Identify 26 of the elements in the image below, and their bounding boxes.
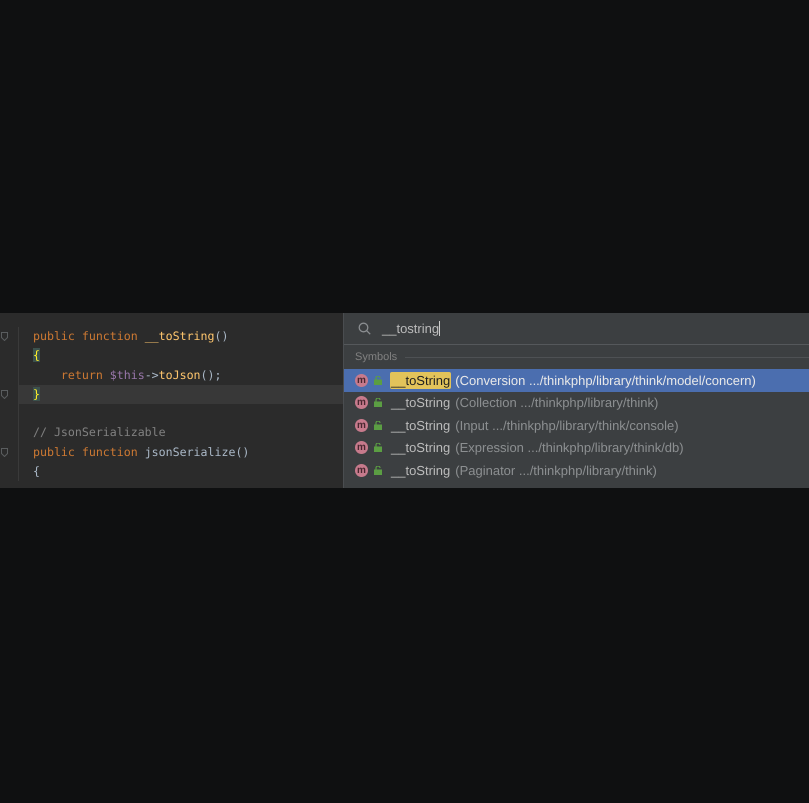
code-line: public function jsonSerialize() [32,444,250,461]
result-item[interactable]: m __toString (Collection .../thinkphp/library/think) [344,392,809,414]
method-icon: m [355,441,368,454]
fold-icon[interactable] [1,332,8,342]
section-header: Symbols [355,351,398,363]
lock-icon [374,376,382,385]
result-item[interactable]: m __toString (Conversion .../thinkphp/library/think/model/concern) [344,369,809,392]
lock-icon [374,398,382,408]
result-item[interactable]: m __toString (Expression .../thinkphp/library/think/db) [344,436,809,459]
result-item[interactable]: m __toString (Paginator .../thinkphp/library/think) [344,459,809,482]
fold-icon[interactable] [1,390,8,400]
lock-icon [374,443,382,452]
result-item[interactable]: m __toString (Input .../thinkphp/library/think/console) [344,414,809,436]
method-icon: m [355,396,368,410]
lock-icon [374,420,382,430]
code-line: { [32,463,41,480]
method-icon: m [355,374,368,387]
code-line: // JsonSerializable [32,424,167,442]
code-line: return $this->toJson(); [60,366,222,384]
search-field[interactable]: __tostring [344,313,809,345]
method-icon: m [355,464,368,477]
lock-icon [374,466,382,475]
method-icon: m [355,418,368,432]
code-line: public function __toString() [32,328,230,345]
search-icon [358,322,371,335]
fold-icon[interactable] [1,448,8,457]
